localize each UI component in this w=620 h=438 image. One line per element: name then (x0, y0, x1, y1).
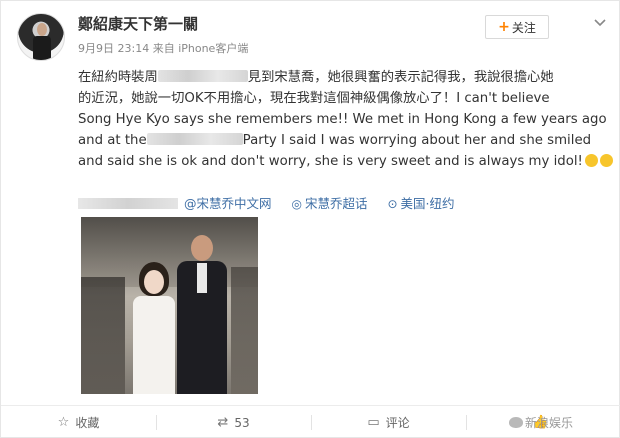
star-icon: ☆ (57, 415, 70, 430)
post-line: Song Hye Kyo says she remembers me!! We … (78, 112, 607, 127)
location-link[interactable]: ⊙ 美国·纽约 (387, 196, 454, 211)
photo-person-woman (129, 262, 179, 394)
comment-icon: ▭ (367, 415, 380, 430)
post-meta: 9月9日 23:14 来自 iPhone客户端 (78, 40, 248, 56)
post-date[interactable]: 9月9日 23:14 (78, 42, 149, 55)
post-photo[interactable] (81, 217, 258, 394)
follow-button[interactable]: + 关注 (485, 15, 549, 39)
weibo-post-card: 鄭紹康天下第一關 9月9日 23:14 来自 iPhone客户端 + 关注 在紐… (0, 0, 620, 438)
blurred-text (146, 133, 243, 145)
supertopic-link[interactable]: ◎ 宋慧乔超话 (291, 196, 367, 211)
repost-button[interactable]: ⇄ 53 (156, 406, 311, 438)
follow-label: 关注 (511, 20, 536, 35)
photo-crowd (81, 277, 125, 394)
weibo-logo-icon (509, 417, 523, 428)
location-pin-icon: ⊙ (387, 197, 398, 211)
blurred-text (157, 70, 248, 82)
post-line: 的近況，她說一切OK不用擔心，現在我對這個神級偶像放心了！I can't bel… (78, 91, 550, 106)
favorite-button[interactable]: ☆ 收藏 (1, 406, 156, 438)
post-line: 在紐約時裝周 見到宋慧喬，她很興奮的表示記得我，我說很擔心她 (78, 70, 554, 85)
plus-icon: + (498, 19, 510, 35)
chevron-down-icon[interactable] (592, 15, 608, 31)
heart-eyes-emoji-icon (584, 154, 598, 167)
repost-icon: ⇄ (217, 415, 229, 430)
blurred-text (78, 198, 178, 209)
smiling-hearts-emoji-icon (599, 154, 613, 167)
post-source: 来自 iPhone客户端 (152, 42, 249, 55)
avatar-suit (33, 36, 51, 60)
post-text: 在紐約時裝周 見到宋慧喬，她很興奮的表示記得我，我說很擔心她 的近況，她說一切OK… (78, 67, 613, 172)
watermark: 新浪娱乐 (509, 414, 573, 431)
avatar[interactable] (17, 13, 65, 61)
post-tags: @宋慧乔中文网 ◎ 宋慧乔超话 ⊙ 美国·纽约 (78, 193, 471, 212)
post-line: and at the Party I said I was worrying ab… (78, 133, 592, 148)
post-line: and said she is ok and don't worry, she … (78, 151, 613, 172)
photo-person-man (173, 235, 229, 394)
photo-crowd (231, 267, 258, 394)
mention-link[interactable]: @宋慧乔中文网 (184, 196, 272, 211)
supertopic-icon: ◎ (291, 197, 302, 211)
username[interactable]: 鄭紹康天下第一關 (78, 13, 198, 34)
avatar-head (37, 23, 47, 36)
comment-button[interactable]: ▭ 评论 (311, 406, 466, 438)
